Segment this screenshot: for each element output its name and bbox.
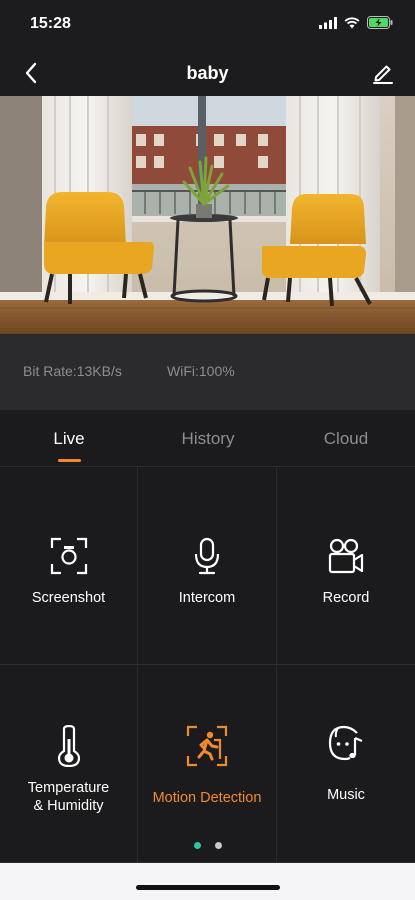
tab-bar: Live History Cloud (0, 410, 415, 467)
status-time: 15:28 (30, 15, 71, 32)
intercom-label: Intercom (178, 590, 236, 606)
bitrate-label: Bit Rate:13KB/s (23, 363, 122, 379)
battery-charging-icon (367, 16, 393, 29)
action-grid: Screenshot Intercom Record Temperature &… (0, 467, 415, 863)
music-label: Music (327, 787, 365, 803)
music-button[interactable]: Music (277, 665, 415, 863)
status-bar: 15:28 (0, 0, 415, 50)
thermometer-icon (57, 725, 80, 767)
motion-detection-label: Motion Detection (152, 790, 262, 806)
home-indicator[interactable] (136, 885, 280, 890)
screenshot-icon (50, 537, 87, 575)
status-icons (319, 16, 393, 29)
record-label: Record (322, 590, 370, 606)
page-dot-2[interactable] (214, 842, 222, 849)
wifi-icon (344, 16, 360, 28)
page-indicator (0, 842, 415, 849)
tab-live[interactable]: Live (9, 429, 129, 449)
temperature-humidity-button[interactable]: Temperature & Humidity (0, 665, 138, 863)
bottom-safe-area (0, 863, 415, 900)
screenshot-button[interactable]: Screenshot (0, 467, 138, 665)
pencil-icon (373, 65, 393, 84)
wifi-strength-label: WiFi:100% (167, 363, 235, 379)
nav-bar: baby (0, 50, 415, 96)
screenshot-label: Screenshot (31, 590, 106, 606)
motion-detection-icon (186, 725, 228, 767)
motion-detection-button[interactable]: Motion Detection (138, 665, 277, 863)
camera-feed-image (0, 96, 415, 334)
intercom-button[interactable]: Intercom (138, 467, 277, 665)
temperature-humidity-label: Temperature & Humidity (0, 779, 137, 815)
tab-cloud[interactable]: Cloud (286, 429, 406, 449)
stream-info-bar: Bit Rate:13KB/s WiFi:100% (0, 334, 415, 410)
live-video-feed[interactable] (0, 96, 415, 334)
edit-button[interactable] (371, 61, 395, 85)
cellular-signal-icon (319, 16, 337, 29)
tab-history[interactable]: History (148, 429, 268, 449)
music-icon (328, 725, 363, 761)
record-button[interactable]: Record (277, 467, 415, 665)
page-dot-1[interactable] (193, 842, 201, 849)
video-camera-icon (328, 538, 364, 574)
page-title: baby (186, 63, 229, 83)
active-tab-indicator (58, 459, 81, 462)
temperature-humidity-label-text: Temperature & Humidity (27, 780, 110, 814)
microphone-icon (194, 537, 220, 575)
